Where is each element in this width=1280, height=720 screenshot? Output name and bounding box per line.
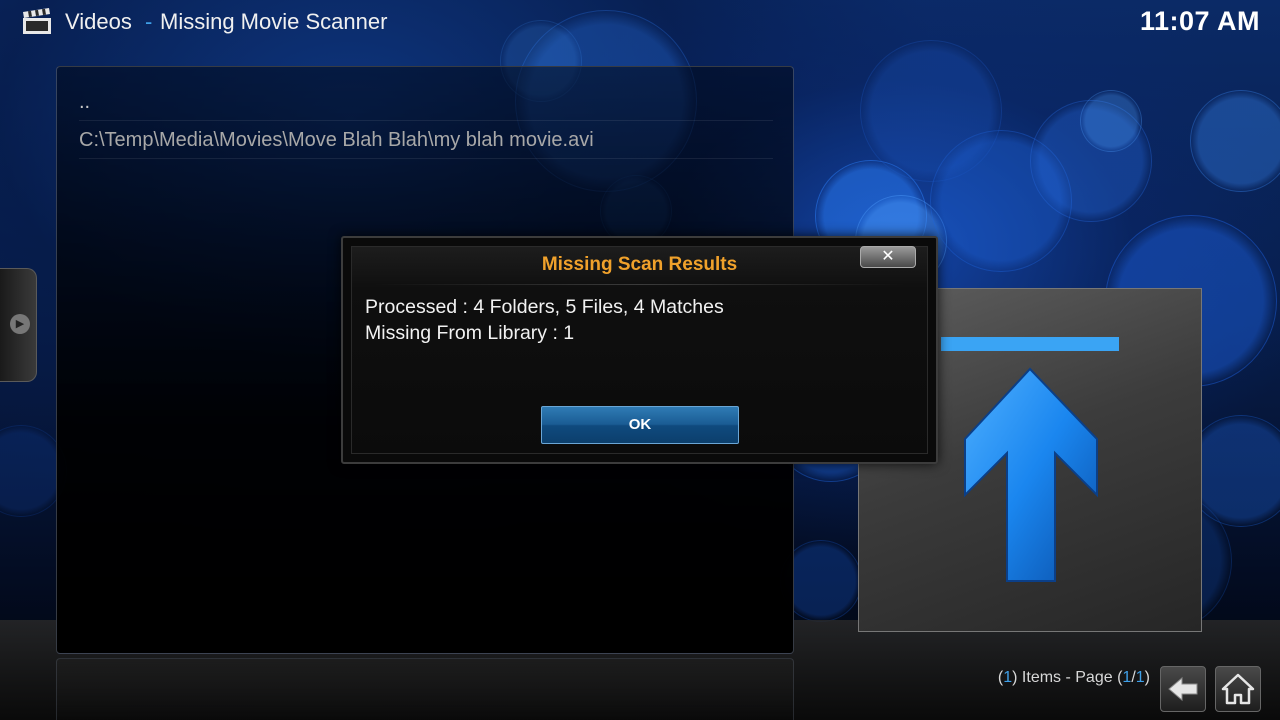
header-separator: - bbox=[145, 9, 153, 34]
file-list-reflection bbox=[56, 658, 794, 720]
list-item-parent-folder[interactable]: .. bbox=[79, 83, 773, 121]
page-info: (1) Items - Page (1/1) bbox=[997, 669, 1150, 686]
back-button[interactable] bbox=[1160, 666, 1206, 712]
header-title: Missing Movie Scanner bbox=[160, 9, 388, 34]
dialog-missing-text: Missing From Library : 1 bbox=[365, 322, 575, 344]
dialog-processed-text: Processed : 4 Folders, 5 Files, 4 Matche… bbox=[365, 296, 724, 318]
page-total: 1 bbox=[1135, 669, 1145, 686]
close-button[interactable]: ✕ bbox=[860, 246, 916, 268]
ok-button[interactable]: OK bbox=[541, 406, 739, 444]
scan-results-dialog: Missing Scan Results Processed : 4 Folde… bbox=[341, 236, 938, 464]
item-count: 1 bbox=[1003, 669, 1013, 686]
items-page-label: Items - Page bbox=[1021, 669, 1113, 686]
back-arrow-icon bbox=[1168, 676, 1198, 702]
play-arrow-icon: ▶ bbox=[10, 314, 30, 334]
page-current: 1 bbox=[1122, 669, 1132, 686]
clock: 11:07 AM bbox=[1139, 6, 1260, 36]
dialog-divider bbox=[373, 284, 906, 285]
side-menu-tab[interactable]: ▶ bbox=[0, 268, 37, 382]
list-item-movie-file[interactable]: C:\Temp\Media\Movies\Move Blah Blah\my b… bbox=[79, 121, 773, 159]
dialog-title: Missing Scan Results bbox=[541, 254, 738, 275]
home-icon bbox=[1221, 673, 1255, 705]
home-button[interactable] bbox=[1215, 666, 1261, 712]
header-section: Videos bbox=[65, 9, 132, 34]
close-icon: ✕ bbox=[881, 248, 895, 265]
clapperboard-icon bbox=[23, 8, 51, 34]
